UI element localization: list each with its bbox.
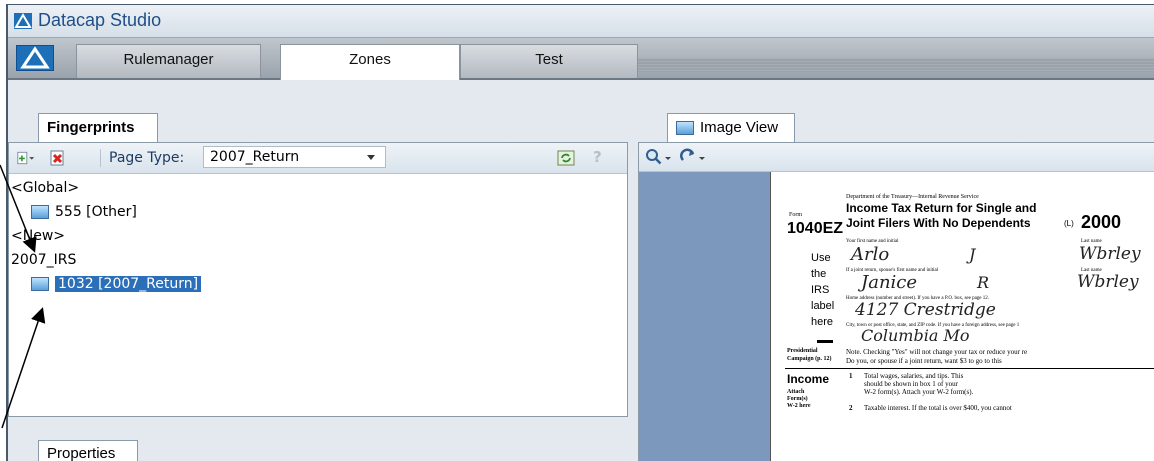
tab-test[interactable]: Test <box>460 44 638 78</box>
doc-line1b: should be shown in box 1 of your <box>864 380 958 388</box>
doc-first-name: Arlo <box>851 244 890 265</box>
datacap-logo-icon[interactable] <box>16 45 54 71</box>
app-window: Datacap Studio Rulemanager Zones Test Fi… <box>6 4 1154 461</box>
doc-attach2: Form(s) <box>787 396 808 402</box>
tab-bar-filler <box>638 58 1154 72</box>
tree-node-new[interactable]: <New> <box>11 228 65 244</box>
tree-node-2007-irs[interactable]: 2007_IRS <box>11 252 76 268</box>
help-icon[interactable]: ? <box>593 148 602 166</box>
doc-divider <box>785 368 1154 369</box>
doc-line1a: Total wages, salaries, and tips. This <box>864 372 964 380</box>
doc-dept: Department of the Treasury—Internal Reve… <box>846 194 979 200</box>
doc-spouse-last: Wbrley <box>1077 272 1139 292</box>
tree-node-label: 555 [Other] <box>55 204 137 220</box>
image-view-panel: Department of the Treasury—Internal Reve… <box>638 142 1154 461</box>
chevron-down-icon <box>367 155 375 160</box>
doc-line1-num: 1 <box>849 372 853 380</box>
tab-fingerprints[interactable]: Fingerprints <box>38 113 158 143</box>
doc-initial1: J <box>969 245 976 264</box>
doc-note2: Do you, or spouse if a joint return, wan… <box>846 357 1002 365</box>
image-view-label: Image View <box>700 119 779 136</box>
doc-address: 4127 Crestridge <box>855 300 996 320</box>
toolbar-separator <box>100 149 101 167</box>
page-type-value: 2007_Return <box>210 149 300 165</box>
doc-income: Income <box>787 372 830 386</box>
doc-line2-num: 2 <box>849 404 853 412</box>
document-image[interactable]: Department of the Treasury—Internal Reve… <box>770 172 1154 461</box>
doc-use-line: the <box>811 268 827 280</box>
rotate-icon[interactable] <box>679 148 709 166</box>
tab-zones[interactable]: Zones <box>280 44 460 80</box>
doc-use-line: IRS <box>811 284 830 296</box>
zoom-icon[interactable] <box>645 148 675 166</box>
app-title: Datacap Studio <box>38 10 162 30</box>
doc-omb: (L) <box>1064 219 1074 228</box>
doc-title2: Joint Filers With No Dependents <box>846 216 1031 230</box>
doc-use-line: label <box>811 300 835 312</box>
tree-node-global[interactable]: <Global> <box>11 180 79 196</box>
main-content: Fingerprints Page Type: 2007_Return ? <G… <box>8 80 1154 461</box>
doc-pres-label1: Presidential <box>787 348 818 354</box>
fingerprints-panel: Page Type: 2007_Return ? <Global> 555 [O… <box>8 142 628 417</box>
tree-node-555[interactable]: 555 [Other] <box>31 204 137 220</box>
tree-node-label-selected: 1032 [2007_Return] <box>53 275 203 293</box>
page-type-label: Page Type: <box>109 150 185 166</box>
add-icon[interactable] <box>17 150 35 166</box>
tree-node-1032[interactable]: 1032 [2007_Return] <box>31 275 203 293</box>
doc-city: Columbia Mo <box>861 326 970 345</box>
doc-use-line: here <box>811 316 834 328</box>
delete-icon[interactable] <box>49 150 67 166</box>
refresh-icon[interactable] <box>557 150 575 166</box>
title-bar: Datacap Studio <box>8 5 1154 38</box>
doc-rule <box>817 340 833 343</box>
doc-form-label: Form <box>789 212 803 218</box>
doc-line1c: W-2 form(s). Attach your W-2 form(s). <box>864 388 974 396</box>
doc-year: 2000 <box>1081 212 1122 232</box>
image-icon <box>31 277 49 291</box>
fingerprints-toolbar: Page Type: 2007_Return ? <box>9 143 627 174</box>
doc-line2a: Taxable interest. If the total is over $… <box>864 404 1012 412</box>
tab-image-view[interactable]: Image View <box>667 113 795 143</box>
image-icon <box>31 205 49 219</box>
datacap-logo-icon <box>14 13 32 29</box>
doc-attach1: Attach <box>787 389 805 395</box>
image-view-toolbar <box>639 143 1154 172</box>
fingerprint-tree: <Global> 555 [Other] <New> 2007_IRS 1032… <box>9 174 627 416</box>
image-icon <box>676 121 694 136</box>
doc-pres-label2: Campaign (p. 12) <box>787 356 832 362</box>
doc-spouse-name: Janice <box>861 272 918 293</box>
doc-title1: Income Tax Return for Single and <box>846 201 1037 215</box>
tab-properties[interactable]: Properties <box>38 440 138 461</box>
doc-last-name: Wbrley <box>1079 244 1141 264</box>
doc-form-number: 1040EZ <box>787 220 844 237</box>
doc-note1: Note. Checking "Yes" will not change you… <box>846 348 1028 356</box>
page-type-select[interactable]: 2007_Return <box>203 146 386 168</box>
doc-initial2: R <box>977 273 990 292</box>
doc-attach3: W-2 here <box>787 403 811 409</box>
tab-rulemanager[interactable]: Rulemanager <box>76 44 261 78</box>
doc-use-line: Use <box>811 252 831 264</box>
main-tab-bar: Rulemanager Zones Test <box>8 38 1154 80</box>
